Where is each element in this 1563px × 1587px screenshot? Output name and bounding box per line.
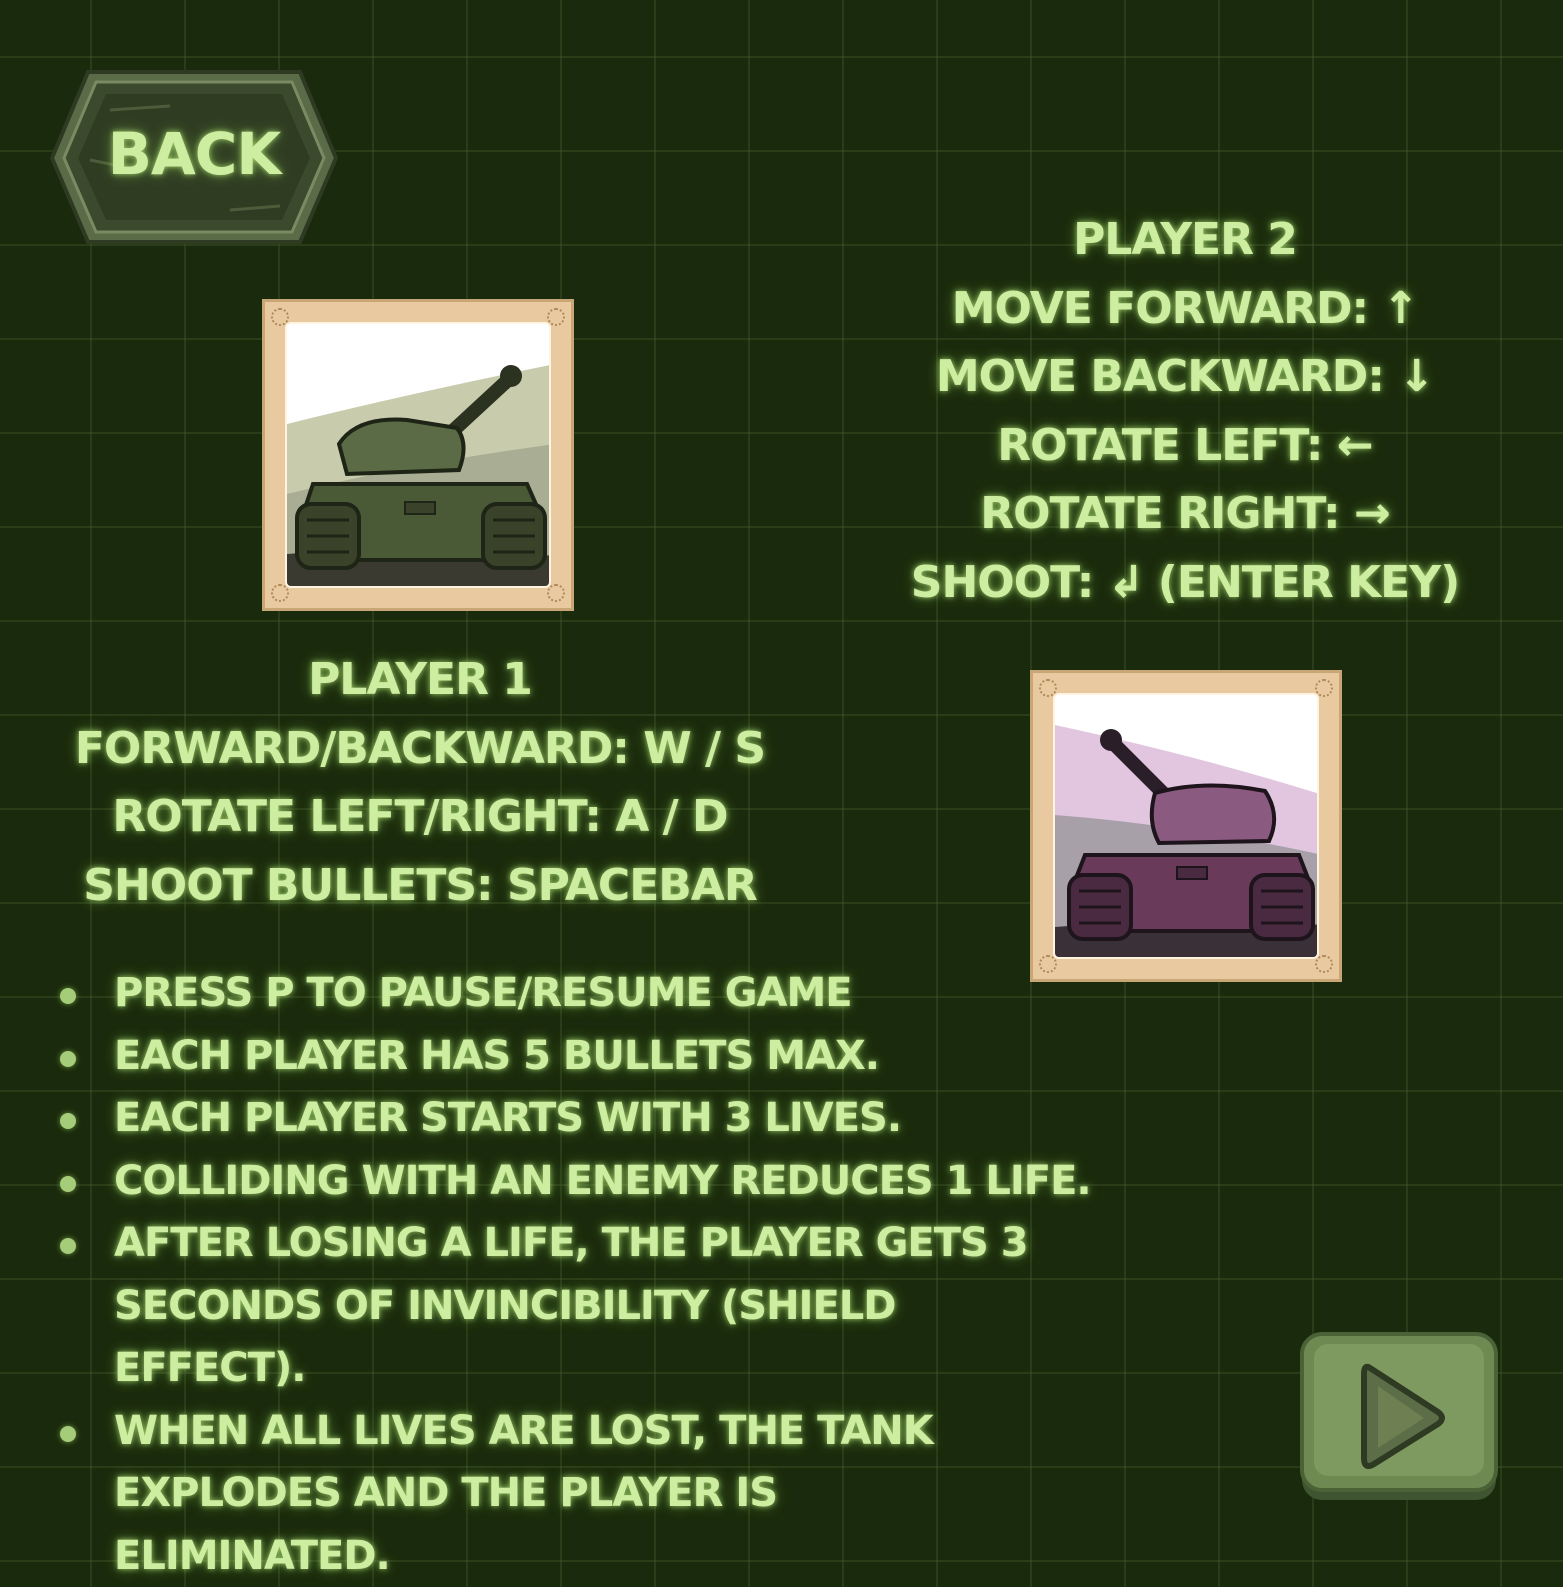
green-tank-image [285, 322, 551, 588]
bullet-icon [60, 1238, 76, 1254]
player2-control-line: MOVE BACKWARD: ↓ [880, 343, 1490, 412]
player1-control-line: FORWARD/BACKWARD: W / S [30, 715, 810, 784]
frame-corner-ornament [271, 308, 289, 326]
player2-control-line: MOVE FORWARD: ↑ [880, 275, 1490, 344]
rule-text: COLLIDING WITH AN ENEMY REDUCES 1 LIFE. [114, 1158, 1091, 1204]
player1-tank-frame [262, 299, 574, 611]
bullet-icon [60, 1113, 76, 1129]
bullet-icon [60, 1426, 76, 1442]
bullet-icon [60, 1176, 76, 1192]
player1-controls: PLAYER 1 FORWARD/BACKWARD: W / S ROTATE … [30, 646, 810, 920]
player2-tank-frame [1030, 670, 1342, 982]
rule-item: EACH PLAYER STARTS WITH 3 LIVES. [60, 1087, 1140, 1150]
player2-control-line: ROTATE LEFT: ← [880, 412, 1490, 481]
player2-control-line: ROTATE RIGHT: → [880, 480, 1490, 549]
player1-control-line: SHOOT BULLETS: SPACEBAR [30, 852, 810, 921]
rule-item: PRESS P TO PAUSE/RESUME GAME [60, 962, 1140, 1025]
purple-tank-image [1053, 693, 1319, 959]
rule-text: PRESS P TO PAUSE/RESUME GAME [114, 970, 852, 1016]
frame-corner-ornament [1039, 679, 1057, 697]
back-button[interactable]: BACK [50, 70, 338, 246]
frame-corner-ornament [1315, 955, 1333, 973]
frame-corner-ornament [547, 584, 565, 602]
play-icon [1298, 1330, 1500, 1508]
rule-item: AFTER LOSING A LIFE, THE PLAYER GETS 3 S… [60, 1212, 1044, 1400]
rule-text: EACH PLAYER HAS 5 BULLETS MAX. [114, 1033, 879, 1079]
player2-controls: PLAYER 2 MOVE FORWARD: ↑ MOVE BACKWARD: … [880, 206, 1490, 617]
bullet-icon [60, 1051, 76, 1067]
rule-text: EACH PLAYER STARTS WITH 3 LIVES. [114, 1095, 901, 1141]
player1-control-line: ROTATE LEFT/RIGHT: A / D [30, 783, 810, 852]
play-button[interactable] [1298, 1330, 1500, 1508]
back-button-label: BACK [50, 70, 338, 246]
rule-text: AFTER LOSING A LIFE, THE PLAYER GETS 3 S… [114, 1220, 1028, 1391]
rule-text: WHEN ALL LIVES ARE LOST, THE TANK EXPLOD… [114, 1408, 933, 1579]
player2-title: PLAYER 2 [880, 206, 1490, 275]
rule-item: WHEN ALL LIVES ARE LOST, THE TANK EXPLOD… [60, 1400, 1014, 1587]
frame-corner-ornament [547, 308, 565, 326]
rules-list: PRESS P TO PAUSE/RESUME GAME EACH PLAYER… [60, 962, 1140, 1587]
bullet-icon [60, 988, 76, 1004]
frame-corner-ornament [1315, 679, 1333, 697]
player2-control-line: SHOOT: ↲ (ENTER KEY) [880, 549, 1490, 618]
player1-title: PLAYER 1 [30, 646, 810, 715]
rule-item: COLLIDING WITH AN ENEMY REDUCES 1 LIFE. [60, 1150, 1140, 1213]
rule-item: EACH PLAYER HAS 5 BULLETS MAX. [60, 1025, 1140, 1088]
frame-corner-ornament [271, 584, 289, 602]
